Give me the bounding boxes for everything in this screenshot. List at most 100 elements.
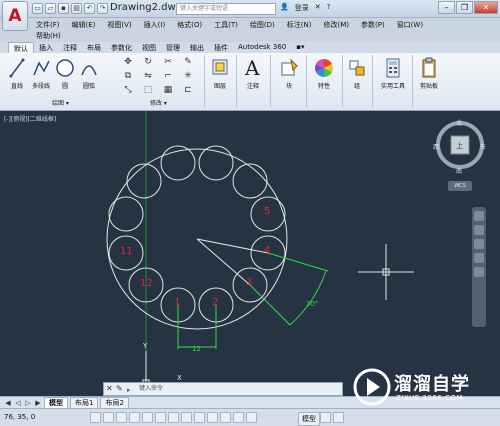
open-icon[interactable]: ▱ [45, 3, 56, 14]
layout-view-icon[interactable] [320, 412, 331, 423]
help-icon[interactable]: ? [327, 3, 331, 13]
arc-button[interactable]: 圆弧 [78, 57, 100, 90]
quick-properties-icon[interactable] [233, 412, 244, 423]
first-layout-icon[interactable]: ◀ [4, 399, 12, 407]
menu-edit[interactable]: 编辑(E) [66, 18, 102, 31]
tab-default[interactable]: 默认 [8, 42, 34, 53]
undo-icon[interactable]: ↶ [84, 3, 95, 14]
steering-wheel-icon[interactable] [474, 211, 484, 221]
layers-button[interactable]: 图层 [208, 57, 232, 90]
quick-view-icon[interactable] [333, 412, 344, 423]
prev-layout-icon[interactable]: ◁ [14, 399, 22, 407]
clipboard-button[interactable]: 剪贴板 [414, 57, 444, 90]
annotation-button[interactable]: A 注释 [240, 55, 266, 90]
print-icon[interactable]: ▤ [71, 3, 82, 14]
dyn-icon[interactable] [194, 412, 205, 423]
tab-output[interactable]: 输出 [185, 42, 209, 53]
menu-view[interactable]: 视图(V) [101, 18, 137, 31]
search-input[interactable]: 键入关键字或短语 [176, 3, 276, 15]
tab-layout1[interactable]: 布局1 [70, 396, 99, 409]
drawing-area[interactable]: [-][俯视][二维线框] 1 2 3 4 5 11 12 12 30° Y X… [0, 111, 500, 396]
polar-icon[interactable] [129, 412, 140, 423]
block-button[interactable]: 块 [276, 57, 302, 90]
ortho-icon[interactable] [116, 412, 127, 423]
line-button[interactable]: 直线 [6, 57, 28, 90]
modify-panel-label[interactable]: 修改 ▾ [150, 98, 167, 107]
stretch-icon[interactable]: ⤡ [120, 84, 136, 96]
tab-layout[interactable]: 布局 [82, 42, 106, 53]
coordinates-readout[interactable]: 76, 35, 0 [4, 413, 35, 421]
move-icon[interactable]: ✥ [120, 56, 136, 68]
exchange-icon[interactable]: ✕ [315, 3, 321, 13]
command-line[interactable]: ✕ ✎ ▸ 键入命令 [103, 382, 343, 396]
tab-manage[interactable]: 管理 [161, 42, 185, 53]
viewcube-north[interactable]: 北 [456, 118, 462, 127]
menu-insert[interactable]: 插入(I) [138, 18, 172, 31]
menu-dimension[interactable]: 标注(N) [281, 18, 318, 31]
save-icon[interactable]: ▪ [58, 3, 69, 14]
maximize-button[interactable]: ❐ [456, 1, 473, 14]
draw-panel-label[interactable]: 绘图 ▾ [52, 98, 69, 107]
tab-insert[interactable]: 插入 [34, 42, 58, 53]
customize-icon[interactable]: ✎ [116, 383, 123, 395]
grid-icon[interactable] [103, 412, 114, 423]
command-input[interactable]: 键入命令 [139, 383, 163, 395]
array-icon[interactable]: ▦ [160, 84, 176, 96]
tab-layout2[interactable]: 布局2 [100, 396, 129, 409]
menu-parametric[interactable]: 参数(P) [355, 18, 391, 31]
trim-icon[interactable]: ✂ [160, 56, 176, 68]
polyline-button[interactable]: 多段线 [28, 57, 54, 90]
minimize-button[interactable]: – [438, 1, 455, 14]
tab-view[interactable]: 视图 [137, 42, 161, 53]
tab-plugins[interactable]: 插件 [209, 42, 233, 53]
zoom-icon[interactable] [474, 239, 484, 249]
copy-icon[interactable]: ⧉ [120, 70, 136, 82]
explode-icon[interactable]: ✳ [180, 70, 196, 82]
mirror-icon[interactable]: ⇋ [140, 70, 156, 82]
ducs-icon[interactable] [181, 412, 192, 423]
showmotion-icon[interactable] [474, 267, 484, 277]
properties-button[interactable]: 特性 [310, 57, 338, 90]
ribbon-options-icon[interactable]: ▪▾ [291, 42, 309, 53]
application-menu-button[interactable]: A [2, 1, 28, 31]
tab-parametric[interactable]: 参数化 [106, 42, 137, 53]
circle-button[interactable]: 圆 [54, 57, 76, 90]
last-layout-icon[interactable]: ▶ [34, 399, 42, 407]
viewcube-south[interactable]: 南 [456, 166, 462, 175]
scale-icon[interactable]: ⬚ [140, 84, 156, 96]
tab-annotate[interactable]: 注释 [58, 42, 82, 53]
fillet-icon[interactable]: ⌐ [160, 70, 176, 82]
menu-tools[interactable]: 工具(T) [208, 18, 244, 31]
lineweight-icon[interactable] [207, 412, 218, 423]
menu-modify[interactable]: 修改(M) [317, 18, 355, 31]
selection-cycling-icon[interactable] [246, 412, 257, 423]
viewcube-east[interactable]: 东 [480, 142, 486, 151]
close-button[interactable]: ✕ [474, 1, 498, 14]
new-icon[interactable]: ▭ [32, 3, 43, 14]
otrack-icon[interactable] [168, 412, 179, 423]
orbit-icon[interactable] [474, 253, 484, 263]
3dosnap-icon[interactable] [155, 412, 166, 423]
utilities-button[interactable]: 实用工具 [376, 57, 410, 90]
close-command-icon[interactable]: ✕ [106, 383, 113, 395]
rotate-icon[interactable]: ↻ [140, 56, 156, 68]
snap-icon[interactable] [90, 412, 101, 423]
osnap-icon[interactable] [142, 412, 153, 423]
tab-model[interactable]: 模型 [44, 396, 68, 409]
erase-icon[interactable]: ✎ [180, 56, 196, 68]
wcs-dropdown[interactable]: WCS [448, 181, 472, 191]
next-layout-icon[interactable]: ▷ [24, 399, 32, 407]
viewcube-west[interactable]: 西 [433, 142, 439, 151]
redo-icon[interactable]: ↷ [97, 3, 108, 14]
menu-format[interactable]: 格式(O) [171, 18, 208, 31]
model-space-button[interactable]: 模型 [298, 412, 320, 426]
group-button[interactable]: 组 [346, 57, 368, 90]
pan-icon[interactable] [474, 225, 484, 235]
viewcube-top-label[interactable]: 上 [456, 141, 463, 151]
tab-autodesk360[interactable]: Autodesk 360 [233, 42, 291, 53]
offset-icon[interactable]: ⊏ [180, 84, 196, 96]
menu-file[interactable]: 文件(F) [30, 18, 66, 31]
menu-window[interactable]: 窗口(W) [391, 18, 429, 31]
transparency-icon[interactable] [220, 412, 231, 423]
menu-help[interactable]: 帮助(H) [30, 31, 67, 41]
